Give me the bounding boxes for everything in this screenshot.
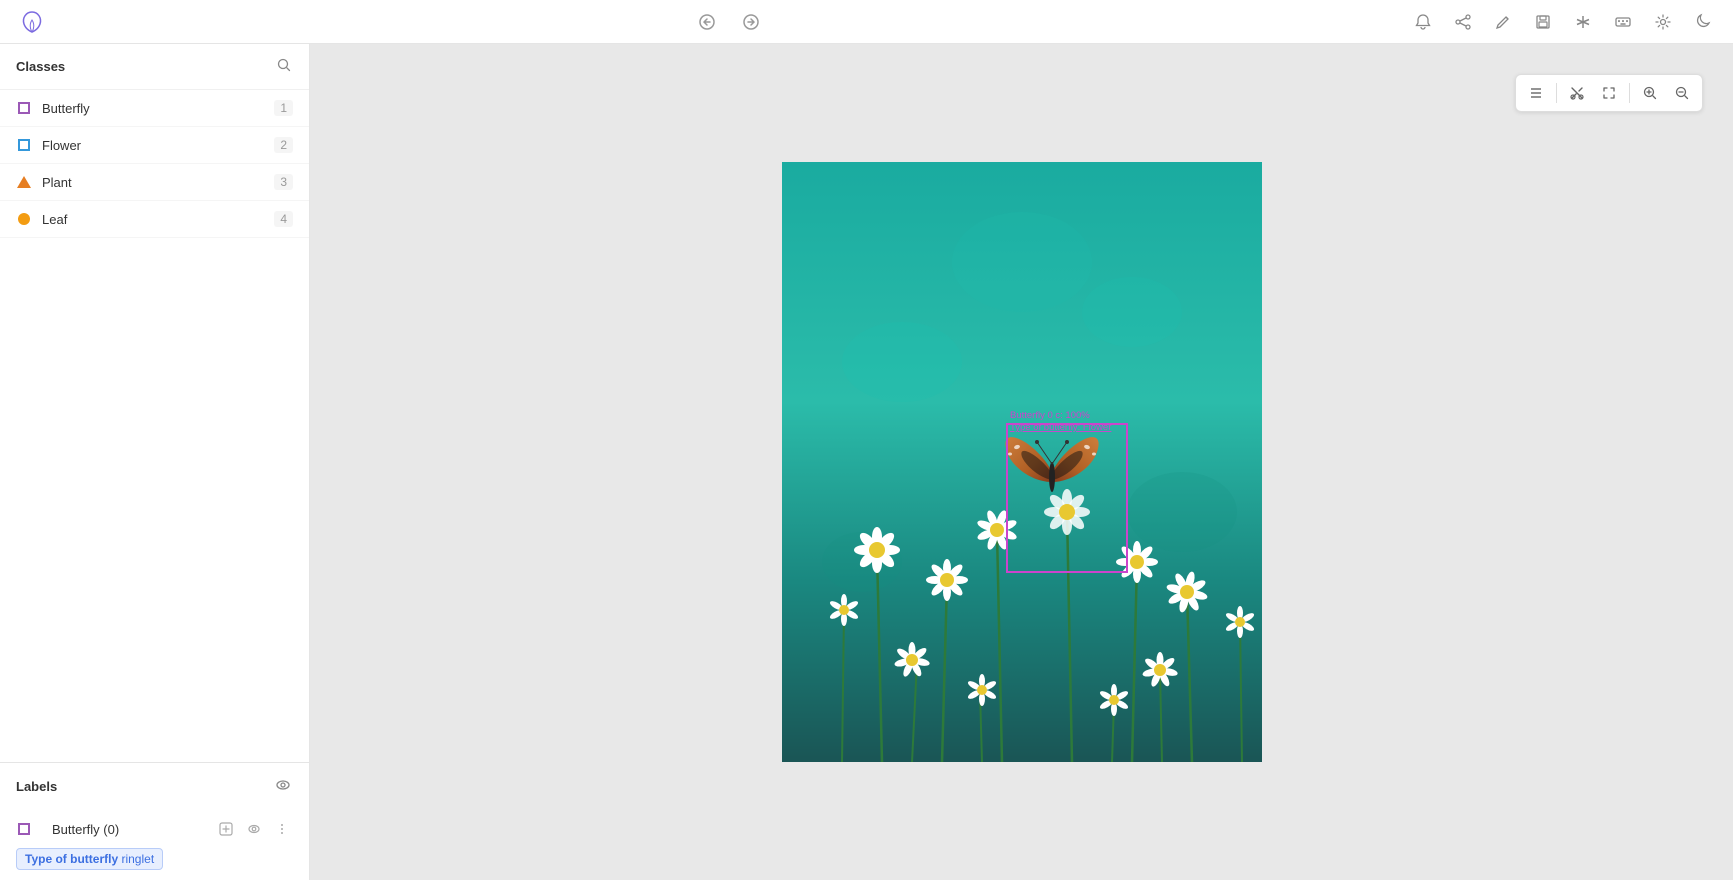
redo-button[interactable] — [737, 8, 765, 36]
label-item-butterfly: Butterfly (0) — [0, 810, 309, 848]
class-name-plant: Plant — [42, 175, 274, 190]
save-button[interactable] — [1529, 8, 1557, 36]
canvas-toolbar — [1515, 74, 1703, 112]
header — [0, 0, 1733, 44]
keyboard-button[interactable] — [1609, 8, 1637, 36]
class-item-plant[interactable]: Plant 3 — [0, 164, 309, 201]
svg-text:Butterfly 0 c: 100%: Butterfly 0 c: 100% — [1010, 410, 1090, 421]
class-icon-flower — [16, 137, 32, 153]
toolbar-menu-button[interactable] — [1522, 79, 1550, 107]
label-name-butterfly: Butterfly (0) — [52, 822, 119, 837]
tag-val: ringlet — [121, 852, 154, 866]
toolbar-zoom-in-button[interactable] — [1636, 79, 1664, 107]
class-item-flower[interactable]: Flower 2 — [0, 127, 309, 164]
toolbar-divider-2 — [1629, 83, 1630, 103]
class-item-leaf[interactable]: Leaf 4 — [0, 201, 309, 238]
header-center — [693, 8, 765, 36]
class-count-leaf: 4 — [274, 211, 293, 227]
toolbar-divider-1 — [1556, 83, 1557, 103]
tag-key: Type of butterfly — [25, 852, 118, 866]
dark-mode-button[interactable] — [1689, 8, 1717, 36]
class-name-butterfly: Butterfly — [42, 101, 274, 116]
annotated-image: Butterfly 0 c: 100% Type of butterfly: F… — [782, 162, 1262, 762]
class-count-butterfly: 1 — [274, 100, 293, 116]
notification-button[interactable] — [1409, 8, 1437, 36]
label-color-icon — [16, 821, 32, 837]
undo-button[interactable] — [693, 8, 721, 36]
class-name-leaf: Leaf — [42, 212, 274, 227]
header-left — [16, 6, 48, 38]
toolbar-expand-button[interactable] — [1595, 79, 1623, 107]
class-icon-plant — [16, 174, 32, 190]
toolbar-zoom-out-button[interactable] — [1668, 79, 1696, 107]
main-content: Classes Butterfly 1 Flower 2 Plant — [0, 44, 1733, 880]
share-button[interactable] — [1449, 8, 1477, 36]
label-tag-butterfly-type[interactable]: Type of butterfly ringlet — [16, 848, 163, 870]
class-icon-butterfly — [16, 100, 32, 116]
toolbar-cut-button[interactable] — [1563, 79, 1591, 107]
labels-visibility-button[interactable] — [273, 775, 293, 798]
class-item-butterfly[interactable]: Butterfly 1 — [0, 90, 309, 127]
logo-icon — [16, 6, 48, 38]
label-item-actions — [215, 818, 293, 840]
sidebar: Classes Butterfly 1 Flower 2 Plant — [0, 44, 310, 880]
label-visibility-button[interactable] — [243, 818, 265, 840]
labels-section: Labels Butterfly (0) — [0, 762, 309, 880]
label-more-button[interactable] — [271, 818, 293, 840]
labels-section-header: Labels — [0, 763, 309, 810]
header-right — [1409, 8, 1717, 36]
settings-button[interactable] — [1649, 8, 1677, 36]
label-item-left: Butterfly (0) — [16, 821, 215, 837]
class-count-plant: 3 — [274, 174, 293, 190]
class-count-flower: 2 — [274, 137, 293, 153]
label-add-button[interactable] — [215, 818, 237, 840]
classes-section-header: Classes — [0, 44, 309, 90]
asterisk-button[interactable] — [1569, 8, 1597, 36]
pen-button[interactable] — [1489, 8, 1517, 36]
classes-title: Classes — [16, 59, 65, 74]
class-name-flower: Flower — [42, 138, 274, 153]
labels-title: Labels — [16, 779, 57, 794]
scene-image: Butterfly 0 c: 100% Type of butterfly: F… — [782, 162, 1262, 762]
classes-search-button[interactable] — [275, 56, 293, 77]
canvas-area: Butterfly 0 c: 100% Type of butterfly: F… — [310, 44, 1733, 880]
class-icon-leaf — [16, 211, 32, 227]
svg-text:Type of butterfly: Flower: Type of butterfly: Flower — [1010, 422, 1111, 433]
